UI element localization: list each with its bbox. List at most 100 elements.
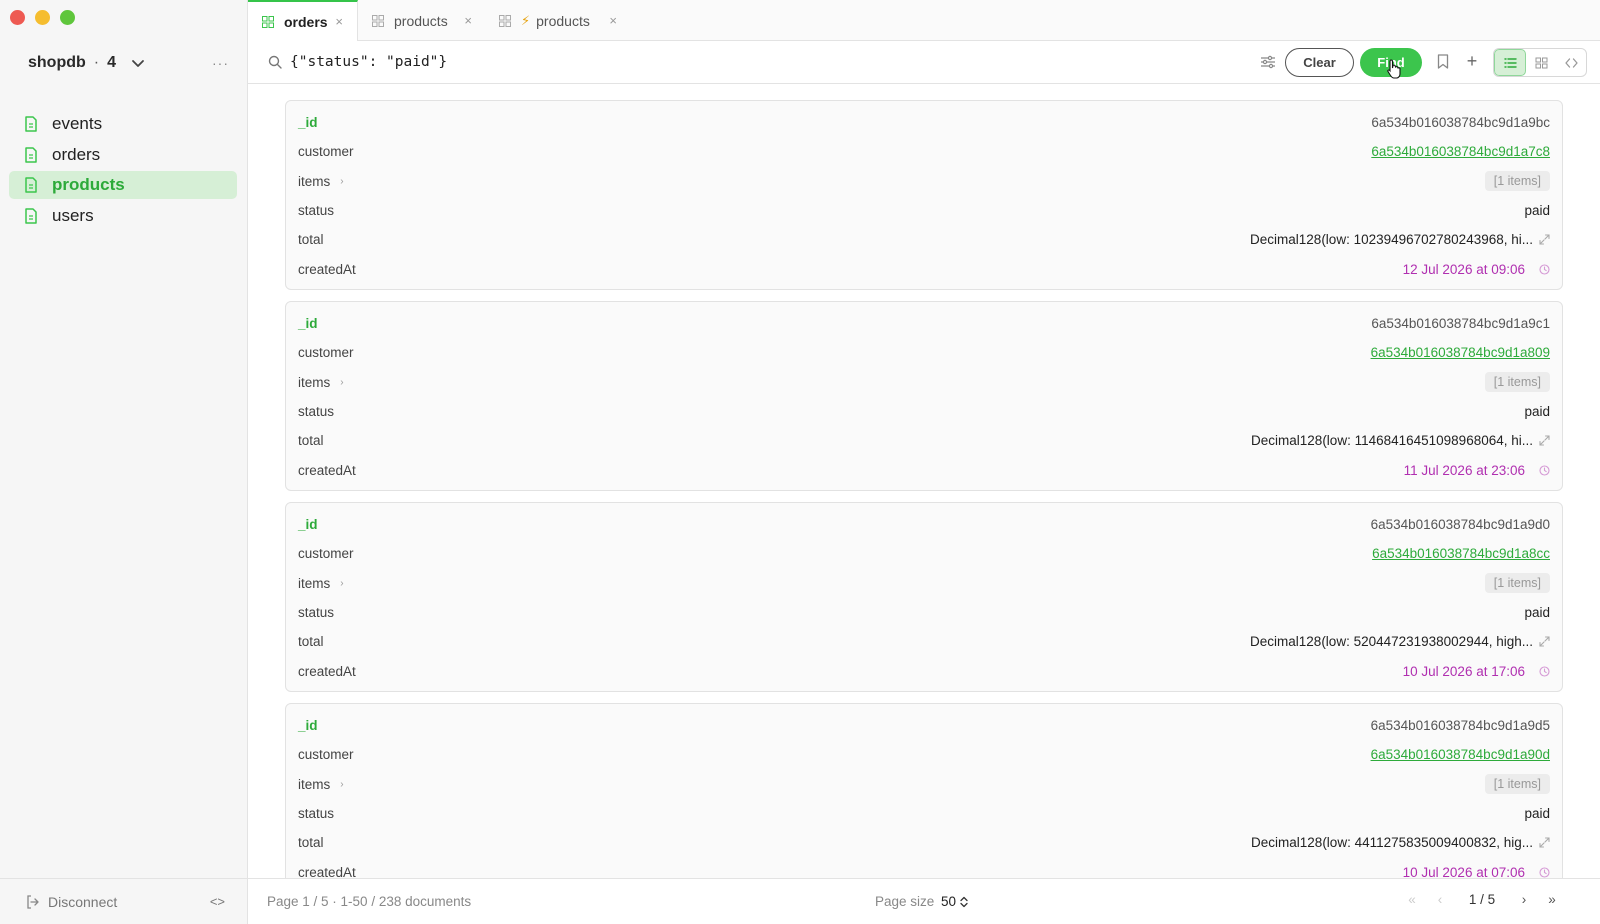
close-icon[interactable]: × [609,13,617,28]
field-row-total: total Decimal128(low: 4411275835009400832… [298,828,1550,857]
sidebar-item-products[interactable]: products [9,171,237,199]
code-icon [1564,57,1578,68]
list-view-button[interactable] [1494,49,1526,76]
field-key: total [298,232,324,248]
date-text: 10 Jul 2026 at 17:06 [1402,663,1525,679]
sidebar-item-orders[interactable]: orders [9,141,237,169]
date-value: 10 Jul 2026 at 17:06 [1403,664,1550,679]
grid-icon [499,14,511,27]
field-key: customer [298,144,354,160]
field-row-items[interactable]: items › [1 items] [298,368,1550,397]
database-selector[interactable]: shopdb · 4 ··· [28,52,229,74]
document-card[interactable]: _id 6a534b016038784bc9d1a9d5 customer 6a534… [285,703,1563,878]
field-row-status: status paid [298,598,1550,627]
field-key: createdAt [298,462,356,478]
previous-page-button[interactable]: ‹ [1426,892,1454,907]
field-row-created: createdAt 12 Jul 2026 at 09:06 [298,254,1550,283]
field-key: _id [298,517,318,533]
field-row-items[interactable]: items › [1 items] [298,770,1550,799]
page-indicator: 1 / 5 [1468,892,1496,907]
sidebar-item-label: products [52,175,125,194]
items-count-badge: [1 items] [1484,372,1550,393]
field-key: customer [298,546,354,562]
chevron-right-icon[interactable]: › [340,176,343,187]
sidebar-item-events[interactable]: events [9,110,237,138]
items-count-badge: [1 items] [1484,774,1550,795]
next-page-button[interactable]: › [1510,892,1538,907]
chevron-right-icon[interactable]: › [340,578,343,589]
list-icon [1503,57,1517,68]
tab-orders[interactable]: orders × [248,0,358,41]
document-card[interactable]: _id 6a534b016038784bc9d1a9bc customer 6a534… [285,100,1563,290]
field-row-items[interactable]: items › [1 items] [298,167,1550,196]
field-key: createdAt [298,261,356,277]
date-value: 11 Jul 2026 at 23:06 [1404,463,1550,478]
filter-options-icon[interactable] [1260,55,1276,69]
chevron-down-icon[interactable] [130,55,146,71]
bookmark-icon[interactable] [1437,54,1449,69]
tab-products-query[interactable]: ⚡ products × [499,0,617,41]
last-page-button[interactable]: » [1538,892,1566,907]
first-page-button[interactable]: « [1398,892,1426,907]
array-summary: [1 items] [1484,171,1550,192]
database-separator: · [93,54,100,71]
expand-icon[interactable] [1539,636,1550,647]
grid-icon [262,15,274,28]
collection-count: 4 [107,54,116,71]
field-key: createdAt [298,864,356,878]
tab-label: orders [284,13,328,30]
field-key: items [298,374,331,390]
field-row-id: _id 6a534b016038784bc9d1a9d0 [298,510,1550,539]
object-id-value: 6a534b016038784bc9d1a9d0 [1370,517,1550,533]
chevron-right-icon[interactable]: › [340,779,343,790]
close-icon[interactable]: × [335,14,343,29]
field-key: _id [298,718,318,734]
clock-icon [1539,465,1550,476]
clock-icon [1539,867,1550,878]
collection-list: events orders products users [9,110,237,232]
more-options-button[interactable]: ··· [212,55,229,71]
field-row-items[interactable]: items › [1 items] [298,569,1550,598]
decimal-text: Decimal128(low: 11468416451098968064, hi… [1251,433,1533,449]
expand-icon[interactable] [1539,435,1550,446]
add-document-button[interactable]: + [1464,52,1480,70]
grid-view-button[interactable] [1526,49,1556,76]
object-id-value: 6a534b016038784bc9d1a9d5 [1370,718,1550,734]
json-view-button[interactable] [1556,49,1586,76]
decimal-text: Decimal128(low: 520447231938002944, high… [1250,634,1533,650]
close-icon[interactable]: × [464,13,472,28]
decimal-text: Decimal128(low: 10239496702780243968, hi… [1250,232,1533,248]
maximize-window-button[interactable] [60,10,75,25]
field-row-total: total Decimal128(low: 1146841645109896806… [298,426,1550,455]
disconnect-button[interactable]: Disconnect [48,894,117,910]
expand-icon[interactable] [1539,837,1550,848]
page-size-select[interactable]: 50 [941,894,968,909]
code-icon[interactable]: <> [210,894,225,909]
expand-icon[interactable] [1539,234,1550,245]
customer-reference-link[interactable]: 6a534b016038784bc9d1a90d [1371,747,1550,762]
status-value: paid [1524,404,1550,420]
object-id-value: 6a534b016038784bc9d1a9bc [1371,115,1550,131]
customer-reference-link[interactable]: 6a534b016038784bc9d1a7c8 [1371,144,1550,159]
tab-products[interactable]: products × [372,0,472,41]
document-card[interactable]: _id 6a534b016038784bc9d1a9d0 customer 6a534… [285,502,1563,692]
array-summary: [1 items] [1484,774,1550,795]
customer-reference-link[interactable]: 6a534b016038784bc9d1a8cc [1372,546,1550,561]
field-row-status: status paid [298,397,1550,426]
document-card[interactable]: _id 6a534b016038784bc9d1a9c1 customer 6a534… [285,301,1563,491]
chevron-right-icon[interactable]: › [340,377,343,388]
field-key: total [298,835,324,851]
sidebar-item-users[interactable]: users [9,202,237,230]
field-key: items [298,173,331,189]
minimize-window-button[interactable] [35,10,50,25]
clear-button[interactable]: Clear [1285,48,1354,77]
sidebar-footer: Disconnect <> [0,878,247,924]
object-id-value: 6a534b016038784bc9d1a9c1 [1371,316,1550,332]
clock-icon [1539,264,1550,275]
decimal-text: Decimal128(low: 4411275835009400832, hig… [1251,835,1533,851]
decimal-value: Decimal128(low: 520447231938002944, high… [1250,634,1550,649]
customer-reference-link[interactable]: 6a534b016038784bc9d1a809 [1371,345,1550,360]
close-window-button[interactable] [10,10,25,25]
query-input[interactable] [290,51,1110,73]
field-key: items [298,575,331,591]
